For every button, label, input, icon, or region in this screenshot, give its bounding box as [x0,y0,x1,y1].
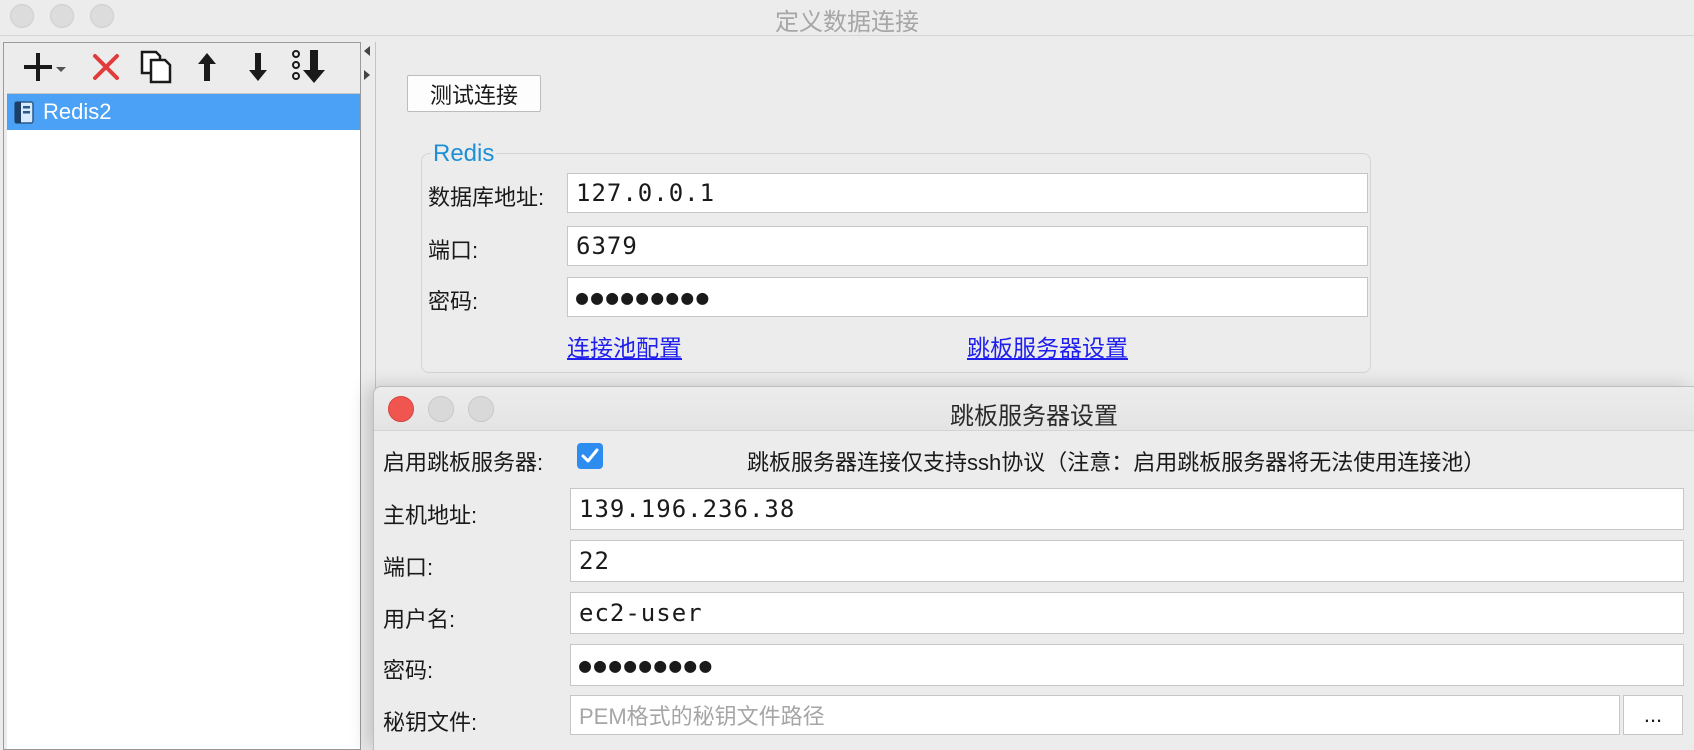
move-down-button[interactable] [238,49,278,85]
dialog-title: 跳板服务器设置 [950,403,1118,430]
db-port-input[interactable]: 6379 [567,226,1368,266]
delete-button[interactable] [86,49,126,85]
database-icon [14,101,34,124]
delete-icon [93,54,119,80]
move-up-button[interactable] [187,49,227,85]
tree-item-redis2[interactable]: Redis2 [7,94,360,130]
jump-server-settings-link[interactable]: 跳板服务器设置 [967,329,1128,363]
jump-port-label: 端口: [383,555,434,580]
jump-password-label: 密码: [383,658,434,683]
tree-item-label: Redis2 [43,99,112,124]
redis-group-title: Redis [431,140,497,168]
jump-server-note: 跳板服务器连接仅支持ssh协议（注意：启用跳板服务器将无法使用连接池） [747,450,1486,475]
add-button[interactable] [18,49,70,85]
enable-jump-server-checkbox[interactable] [577,443,603,469]
jump-user-input[interactable]: ec2-user [570,592,1684,634]
expand-right-icon[interactable] [364,70,370,80]
jump-user-label: 用户名: [383,607,456,632]
key-file-label: 秘钥文件: [383,710,478,735]
copy-icon [140,50,172,84]
connection-tree[interactable]: Redis2 [7,93,360,749]
db-host-label: 数据库地址: [428,185,545,210]
dialog-titlebar: 跳板服务器设置 [374,387,1694,431]
browse-key-file-button[interactable]: ... [1623,695,1683,735]
connection-list-panel: Redis2 [3,42,361,750]
move-bottom-icon [292,50,325,83]
collapse-left-icon[interactable] [364,46,370,56]
db-port-label: 端口: [428,238,479,263]
enable-jump-server-label: 启用跳板服务器: [383,450,544,475]
window-title: 定义数据连接 [775,9,919,36]
key-file-input[interactable]: PEM格式的秘钥文件路径 [570,695,1620,735]
db-host-input[interactable]: 127.0.0.1 [567,173,1368,213]
jump-password-input[interactable]: ●●●●●●●●● [570,644,1684,686]
toolbar [4,43,360,93]
move-bottom-button[interactable] [290,49,330,85]
window-titlebar: 定义数据连接 [0,0,1694,36]
move-down-icon [249,53,267,81]
add-icon [24,53,66,81]
jump-port-input[interactable]: 22 [570,540,1684,582]
db-password-label: 密码: [428,289,479,314]
pool-config-link[interactable]: 连接池配置 [567,329,682,363]
test-connection-button[interactable]: 测试连接 [407,75,541,112]
db-password-input[interactable]: ●●●●●●●●● [567,277,1368,317]
jump-host-input[interactable]: 139.196.236.38 [570,488,1684,530]
move-up-icon [198,53,216,81]
copy-button[interactable] [136,49,176,85]
checkmark-icon [581,448,599,463]
jump-host-label: 主机地址: [383,503,478,528]
